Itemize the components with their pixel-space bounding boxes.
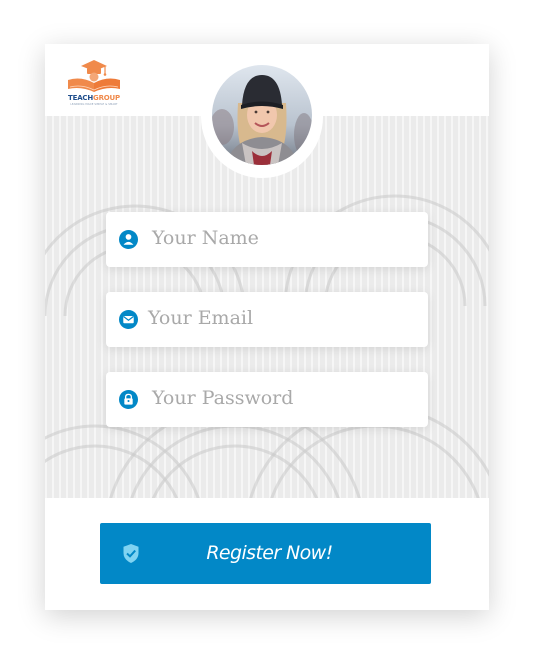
register-button-label: Register Now!	[206, 542, 333, 564]
footer: Register Now!	[45, 498, 489, 610]
logo-wordmark-group: GROUP	[93, 94, 120, 102]
registration-card: TEACHGROUP LEARNING MADE SIMPLE & SMART	[45, 44, 489, 610]
password-field[interactable]: Your Password	[106, 372, 428, 427]
woman-in-beanie-photo	[212, 65, 312, 165]
teachgroup-logo: TEACHGROUP LEARNING MADE SIMPLE & SMART	[65, 58, 123, 110]
lock-icon	[119, 390, 138, 409]
user-icon	[119, 230, 138, 249]
logo-tagline: LEARNING MADE SIMPLE & SMART	[70, 103, 118, 106]
envelope-icon	[119, 310, 138, 329]
logo-wordmark: TEACHGROUP	[65, 94, 123, 102]
profile-photo-frame	[201, 56, 323, 178]
profile-photo[interactable]	[212, 65, 312, 165]
logo-wordmark-teach: TEACH	[68, 94, 94, 102]
email-field[interactable]: Your Email	[106, 292, 428, 347]
name-field[interactable]: Your Name	[106, 212, 428, 267]
email-placeholder: Your Email	[148, 307, 254, 329]
graduation-cap-book-icon	[68, 60, 120, 92]
password-placeholder: Your Password	[152, 387, 294, 409]
name-placeholder: Your Name	[152, 227, 259, 249]
register-button[interactable]: Register Now!	[100, 523, 431, 584]
